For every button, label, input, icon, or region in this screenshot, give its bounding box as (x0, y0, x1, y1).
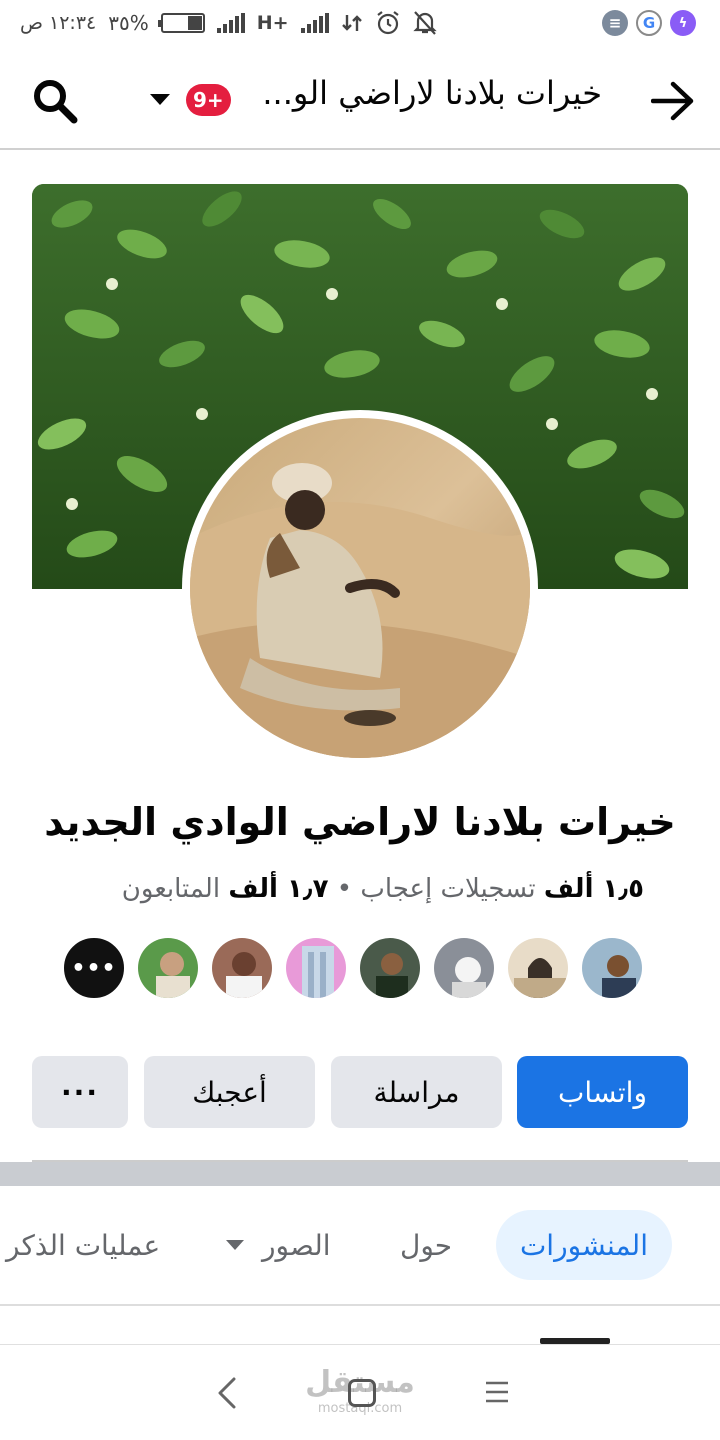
notes-icon: ≡ (602, 10, 628, 36)
alarm-icon (376, 11, 399, 35)
chevron-down-icon (226, 1240, 244, 1250)
messenger-icon: ϟ (670, 10, 696, 36)
tab-posts[interactable]: المنشورات (495, 1210, 672, 1280)
network-type: H+ (256, 12, 289, 34)
stats-separator: • (336, 874, 353, 904)
data-transfer-icon (341, 15, 362, 31)
nav-home-icon[interactable] (348, 1379, 376, 1407)
signal-icon (216, 13, 245, 33)
follower-avatar[interactable] (358, 936, 422, 1000)
follower-avatar[interactable] (506, 936, 570, 1000)
status-left: ١٢:٣٤ ص ٣٥% H+ (20, 10, 437, 36)
likes-label: تسجيلات إعجاب (360, 874, 536, 904)
battery-icon (157, 13, 205, 33)
google-icon: G (636, 10, 662, 36)
nav-menu-icon[interactable] (484, 1379, 510, 1405)
message-button[interactable]: مراسلة (331, 1056, 502, 1128)
follower-avatar[interactable] (580, 936, 644, 1000)
follower-avatar[interactable] (210, 936, 274, 1000)
page-title: خيرات بلادنا لاراضي الوادي الجديد (44, 800, 676, 844)
system-nav-bar: مستقل mostaql.com (0, 1344, 720, 1440)
search-button[interactable] (30, 76, 80, 126)
profile-image (190, 418, 530, 758)
like-button[interactable]: أعجبك (144, 1056, 315, 1128)
tab-photos[interactable]: الصور (226, 1210, 331, 1280)
status-time: ١٢:٣٤ ص (20, 12, 97, 34)
follower-avatar[interactable] (284, 936, 348, 1000)
notification-badge[interactable]: 9+ (186, 84, 231, 116)
battery-percent: ٣٥% (108, 11, 149, 35)
nav-back-icon[interactable] (210, 1375, 246, 1411)
profile-picture[interactable] (190, 418, 530, 758)
page-header: خيرات بلادنا لاراضي الو... 9+ (0, 50, 720, 150)
feed-start (0, 1308, 720, 1344)
header-title[interactable]: خيرات بلادنا لاراضي الو... (262, 74, 602, 112)
section-separator (0, 1162, 720, 1186)
follower-avatar[interactable] (432, 936, 496, 1000)
page-tabs: المنشورات حول الصور عمليات الذكر (0, 1186, 720, 1306)
chevron-down-icon[interactable] (150, 94, 170, 105)
follower-avatar[interactable] (136, 936, 200, 1000)
arrow-right-icon (651, 81, 694, 121)
status-right: ≡ G ϟ (602, 10, 696, 36)
tab-about[interactable]: حول (400, 1210, 452, 1280)
back-button[interactable] (648, 76, 698, 126)
more-followers-button[interactable]: ••• (62, 936, 126, 1000)
page-stats: ١٫٥ ألف تسجيلات إعجاب • ١٫٧ ألف المتابعو… (122, 874, 644, 904)
status-bar: ١٢:٣٤ ص ٣٥% H+ ≡ G ϟ (0, 0, 720, 50)
signal-icon-2 (300, 13, 329, 33)
followers-count: ١٫٧ ألف (228, 874, 329, 904)
tab-photos-label: الصور (262, 1228, 331, 1262)
follower-avatars[interactable]: ••• (62, 936, 644, 1000)
tab-mentions[interactable]: عمليات الذكر (6, 1210, 160, 1280)
followers-label: المتابعون (121, 874, 221, 904)
whatsapp-button[interactable]: واتساب (517, 1056, 688, 1128)
mute-notifications-icon (412, 11, 437, 35)
more-options-button[interactable]: ··· (32, 1056, 128, 1128)
search-icon (34, 80, 78, 124)
profile-picture-frame[interactable] (182, 410, 538, 766)
likes-count: ١٫٥ ألف (543, 874, 644, 904)
